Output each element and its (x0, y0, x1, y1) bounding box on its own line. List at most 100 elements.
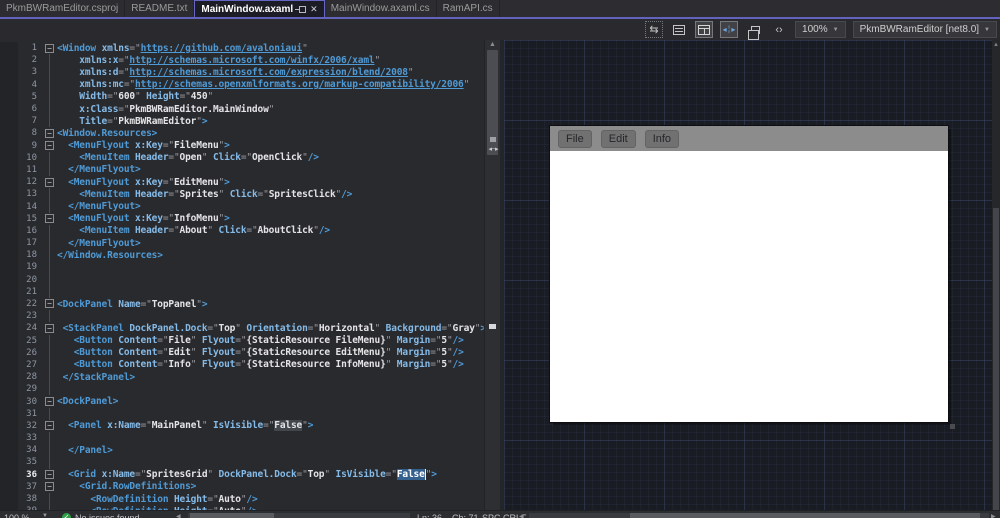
fold-gutter[interactable] (44, 176, 57, 188)
scrollbar-grip-icon[interactable] (485, 144, 501, 153)
code-line[interactable]: 21 (0, 285, 484, 299)
breakpoint-margin[interactable] (0, 102, 18, 116)
breakpoint-margin[interactable] (0, 139, 18, 152)
fold-collapse-icon[interactable] (45, 482, 54, 492)
code-line[interactable]: 37 <Grid.RowDefinitions> (0, 480, 484, 493)
code-line[interactable]: 26 <Button Content="Edit" Flyout="{Stati… (0, 346, 484, 360)
tab-pkmbwrameditor-csproj[interactable]: PkmBWRamEditor.csproj (0, 0, 126, 17)
breakpoint-margin[interactable] (0, 66, 18, 79)
tab-mainwindow-axaml[interactable]: MainWindow.axaml (194, 0, 325, 17)
fold-collapse-icon[interactable] (45, 299, 54, 309)
fold-collapse-icon[interactable] (45, 421, 54, 431)
breakpoint-margin[interactable] (0, 200, 18, 213)
fold-collapse-icon[interactable] (45, 396, 54, 406)
breakpoint-margin[interactable] (0, 444, 18, 457)
breakpoint-margin[interactable] (0, 163, 18, 177)
code-line[interactable]: 29 (0, 383, 484, 396)
code-line[interactable]: 11 </MenuFlyout> (0, 163, 484, 177)
code-editor[interactable]: 1 <Window xmlns="https://github.com/avalo… (0, 40, 484, 518)
breakpoint-margin[interactable] (0, 297, 18, 311)
code-line[interactable]: 10 <MenuItem Header="Open" Click="OpenCl… (0, 151, 484, 165)
code-line[interactable]: 28 </StackPanel> (0, 371, 484, 384)
code-line[interactable]: 1 <Window xmlns="https://github.com/avalo… (0, 42, 484, 55)
code-line[interactable]: 22 <DockPanel Name="TopPanel"> (0, 297, 484, 311)
breakpoint-margin[interactable] (0, 237, 18, 250)
swap-views-icon[interactable]: ⇆ (645, 21, 664, 38)
code-line[interactable]: 25 <Button Content="File" Flyout="{Stati… (0, 334, 484, 347)
zoom-dropdown[interactable]: 100% ▼ (795, 21, 846, 38)
fold-gutter[interactable] (44, 127, 57, 139)
breakpoint-margin[interactable] (0, 334, 18, 347)
breakpoint-margin[interactable] (0, 249, 18, 262)
preview-info-button[interactable]: Info (644, 129, 680, 148)
code-line[interactable]: 7 Title="PkmBWRamEditor"> (0, 115, 484, 128)
code-line[interactable]: 16 <MenuItem Header="About" Click="About… (0, 224, 484, 238)
breakpoint-margin[interactable] (0, 285, 18, 298)
code-line[interactable]: 23 (0, 310, 484, 323)
code-line[interactable]: 34 </Panel> (0, 444, 484, 457)
scroll-left-icon[interactable]: ◀ (176, 513, 181, 518)
fold-collapse-icon[interactable] (45, 323, 54, 333)
fold-collapse-icon[interactable] (45, 43, 54, 53)
tab-mainwindow-axaml-cs[interactable]: MainWindow.axaml.cs (325, 0, 437, 17)
fold-gutter[interactable] (44, 395, 57, 407)
breakpoint-margin[interactable] (0, 261, 18, 274)
breakpoint-margin[interactable] (0, 468, 18, 481)
breakpoint-margin[interactable] (0, 188, 18, 201)
code-line[interactable]: 14 </MenuFlyout> (0, 200, 484, 213)
code-line[interactable]: 18 </Window.Resources> (0, 249, 484, 262)
breakpoint-margin[interactable] (0, 212, 18, 225)
code-line[interactable]: 12 <MenuFlyout x:Key="EditMenu"> (0, 176, 484, 189)
scroll-up-icon[interactable]: ▲ (992, 42, 1000, 48)
preview-vertical-scrollbar[interactable]: ▲ (992, 40, 1000, 518)
scroll-right-icon[interactable]: ▶ (991, 513, 996, 518)
code-line[interactable]: 6 x:Class="PkmBWRamEditor.MainWindow" (0, 102, 484, 116)
target-framework-dropdown[interactable]: PkmBWRamEditor [net8.0] ▼ (852, 21, 997, 38)
breakpoint-margin[interactable] (0, 322, 18, 335)
breakpoint-margin[interactable] (0, 90, 18, 103)
fold-gutter[interactable] (44, 42, 57, 54)
breakpoint-margin[interactable] (0, 419, 18, 432)
fold-gutter[interactable] (44, 298, 57, 310)
code-line[interactable]: 3 xmlns:d="http://schemas.microsoft.com/… (0, 66, 484, 79)
breakpoint-margin[interactable] (0, 42, 18, 55)
fold-gutter[interactable] (44, 213, 57, 225)
breakpoint-margin[interactable] (0, 151, 18, 164)
split-horizontal-icon[interactable] (670, 21, 688, 38)
breakpoint-margin[interactable] (0, 310, 18, 323)
breakpoint-margin[interactable] (0, 358, 18, 372)
breakpoint-margin[interactable] (0, 176, 18, 189)
code-line[interactable]: 13 <MenuItem Header="Sprites" Click="Spr… (0, 188, 484, 201)
code-line[interactable]: 31 (0, 407, 484, 421)
code-line[interactable]: 15 <MenuFlyout x:Key="InfoMenu"> (0, 212, 484, 225)
preview-resize-grip[interactable] (950, 424, 955, 429)
breakpoint-margin[interactable] (0, 383, 18, 396)
code-line[interactable]: 9 <MenuFlyout x:Key="FileMenu"> (0, 139, 484, 152)
tab-ramapi-cs[interactable]: RamAPI.cs (437, 0, 500, 17)
breakpoint-margin[interactable] (0, 395, 18, 408)
fold-gutter[interactable] (44, 322, 57, 334)
fold-collapse-icon[interactable] (45, 141, 54, 150)
breakpoint-margin[interactable] (0, 346, 18, 359)
split-columns-icon[interactable]: ◂╎▸ (720, 21, 739, 38)
breakpoint-margin[interactable] (0, 127, 18, 140)
preview-file-button[interactable]: File (558, 129, 592, 148)
fold-collapse-icon[interactable] (45, 177, 54, 187)
breakpoint-margin[interactable] (0, 371, 18, 384)
breakpoint-margin[interactable] (0, 407, 18, 420)
scroll-left-icon[interactable]: ◀ (519, 513, 524, 518)
fold-gutter[interactable] (44, 420, 57, 432)
split-grid-icon[interactable] (695, 21, 714, 38)
fold-gutter[interactable] (44, 140, 57, 152)
code-line[interactable]: 35 (0, 456, 484, 469)
editor-zoom-level[interactable]: 100 % (4, 513, 30, 518)
fold-collapse-icon[interactable] (45, 128, 54, 138)
preview-scrollbar-thumb[interactable] (993, 208, 999, 518)
pin-icon[interactable] (295, 5, 307, 13)
fold-collapse-icon[interactable] (45, 214, 54, 224)
breakpoint-margin[interactable] (0, 480, 18, 493)
editor-vertical-scrollbar[interactable]: ▲ ▼ (484, 40, 500, 518)
tab-readme-txt[interactable]: README.txt (125, 0, 195, 17)
code-line[interactable]: 5 Width="600" Height="450" (0, 90, 484, 104)
code-line[interactable]: 17 </MenuFlyout> (0, 237, 484, 250)
